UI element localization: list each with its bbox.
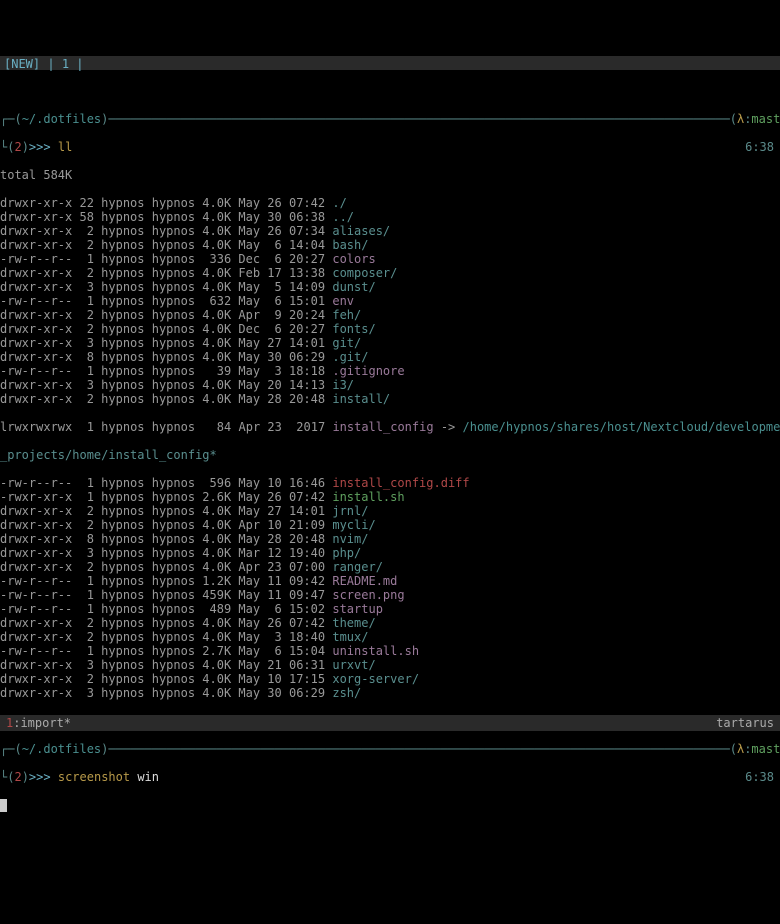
list-row: drwxr-xr-x 8 hypnos hypnos 4.0K May 28 2… <box>0 532 780 546</box>
list-row: -rw-r--r-- 1 hypnos hypnos 39 May 3 18:1… <box>0 364 780 378</box>
list-row: drwxr-xr-x 2 hypnos hypnos 4.0K May 6 14… <box>0 238 780 252</box>
list-row: -rw-r--r-- 1 hypnos hypnos 489 May 6 15:… <box>0 602 780 616</box>
tmux-statusbar[interactable]: 1:import* tartarus <box>0 715 780 731</box>
time-2: 6:38 <box>745 770 780 784</box>
tab-index[interactable]: 1 <box>62 57 69 71</box>
file-listing-2: -rw-r--r-- 1 hypnos hypnos 596 May 10 16… <box>0 476 780 700</box>
list-row: drwxr-xr-x 2 hypnos hypnos 4.0K May 28 2… <box>0 392 780 406</box>
command-arg: win <box>137 770 159 784</box>
list-row: drwxr-xr-x 58 hypnos hypnos 4.0K May 30 … <box>0 210 780 224</box>
git-branch: master <box>751 112 780 126</box>
cwd-path-2: ~/.dotfiles <box>22 742 101 756</box>
list-row: -rw-r--r-- 1 hypnos hypnos 1.2K May 11 0… <box>0 574 780 588</box>
cursor-line[interactable] <box>0 798 780 812</box>
list-row: drwxr-xr-x 3 hypnos hypnos 4.0K May 27 1… <box>0 336 780 350</box>
list-row: drwxr-xr-x 3 hypnos hypnos 4.0K Mar 12 1… <box>0 546 780 560</box>
cursor-icon <box>0 799 7 812</box>
list-row: drwxr-xr-x 8 hypnos hypnos 4.0K May 30 0… <box>0 350 780 364</box>
list-row: drwxr-xr-x 2 hypnos hypnos 4.0K Apr 23 0… <box>0 560 780 574</box>
list-row: drwxr-xr-x 2 hypnos hypnos 4.0K May 10 1… <box>0 672 780 686</box>
list-row: drwxr-xr-x 22 hypnos hypnos 4.0K May 26 … <box>0 196 780 210</box>
list-row: drwxr-xr-x 2 hypnos hypnos 4.0K May 26 0… <box>0 224 780 238</box>
list-row: -rwxr-xr-x 1 hypnos hypnos 2.6K May 26 0… <box>0 490 780 504</box>
list-row: drwxr-xr-x 2 hypnos hypnos 4.0K May 26 0… <box>0 616 780 630</box>
prompt-cmd-1: └(2)>>> ll6:38 <box>0 140 780 154</box>
prompt-arrows: >>> <box>29 140 51 154</box>
command-ll: ll <box>58 140 72 154</box>
git-branch-2: master <box>751 742 780 756</box>
list-row: drwxr-xr-x 2 hypnos hypnos 4.0K May 3 18… <box>0 630 780 644</box>
prompt-header-2: ┌─(~/.dotfiles)─────────────────────────… <box>0 742 780 756</box>
symlink-wrap: _projects/home/install_config* <box>0 448 780 462</box>
tab-new[interactable]: [NEW] <box>4 57 40 71</box>
list-row: drwxr-xr-x 3 hypnos hypnos 4.0K May 20 1… <box>0 378 780 392</box>
file-listing-1: drwxr-xr-x 22 hypnos hypnos 4.0K May 26 … <box>0 196 780 406</box>
tmux-tabbar[interactable]: [NEW] | 1 | <box>0 56 780 70</box>
cwd-path: ~/.dotfiles <box>22 112 101 126</box>
time-1: 6:38 <box>745 140 780 154</box>
list-row: -rw-r--r-- 1 hypnos hypnos 632 May 6 15:… <box>0 294 780 308</box>
list-row: drwxr-xr-x 3 hypnos hypnos 4.0K May 30 0… <box>0 686 780 700</box>
list-row: drwxr-xr-x 2 hypnos hypnos 4.0K Apr 9 20… <box>0 308 780 322</box>
lambda-icon-2: λ <box>737 742 744 756</box>
command-screenshot: screenshot <box>58 770 130 784</box>
prompt-cmd-2[interactable]: └(2)>>> screenshot win6:38 <box>0 770 780 784</box>
status-window-name[interactable]: :import* <box>13 716 71 730</box>
list-row: drwxr-xr-x 2 hypnos hypnos 4.0K May 27 1… <box>0 504 780 518</box>
list-row: -rw-r--r-- 1 hypnos hypnos 459K May 11 0… <box>0 588 780 602</box>
prompt-header-1: ┌─(~/.dotfiles)─────────────────────────… <box>0 112 780 126</box>
list-row: -rw-r--r-- 1 hypnos hypnos 2.7K May 6 15… <box>0 644 780 658</box>
list-row: drwxr-xr-x 2 hypnos hypnos 4.0K Dec 6 20… <box>0 322 780 336</box>
status-hostname: tartarus <box>716 716 774 730</box>
list-row: drwxr-xr-x 2 hypnos hypnos 4.0K Apr 10 2… <box>0 518 780 532</box>
list-row: -rw-r--r-- 1 hypnos hypnos 596 May 10 16… <box>0 476 780 490</box>
ls-total: total 584K <box>0 168 780 182</box>
symlink-row: lrwxrwxrwx 1 hypnos hypnos 84 Apr 23 201… <box>0 420 780 434</box>
list-row: drwxr-xr-x 2 hypnos hypnos 4.0K Feb 17 1… <box>0 266 780 280</box>
list-row: -rw-r--r-- 1 hypnos hypnos 336 Dec 6 20:… <box>0 252 780 266</box>
list-row: drwxr-xr-x 3 hypnos hypnos 4.0K May 21 0… <box>0 658 780 672</box>
list-row: drwxr-xr-x 3 hypnos hypnos 4.0K May 5 14… <box>0 280 780 294</box>
